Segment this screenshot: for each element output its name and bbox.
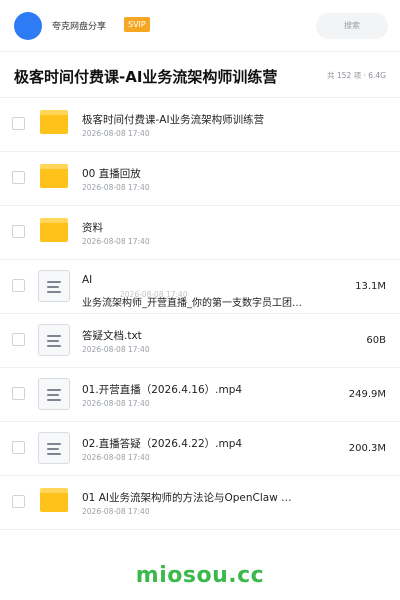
item-size: 200.3M — [348, 443, 386, 454]
list-item[interactable]: 01 AI业务流架构师的方法论与OpenClaw … 2026-08-08 17… — [0, 476, 400, 530]
item-name: 02.直播答疑（2026.4.22）.mp4 — [82, 438, 243, 450]
search-input[interactable]: 搜索 — [316, 13, 388, 39]
item-date: 2026-08-08 17:40 — [82, 399, 150, 408]
document-icon — [38, 270, 70, 302]
item-checkbox[interactable] — [12, 117, 25, 130]
item-date: 2026-08-08 17:40 — [82, 453, 150, 462]
list-item[interactable]: AI 2026-08-08 17:40 业务流架构师_开营直播_你的第一支数字员… — [0, 260, 400, 314]
item-date: 2026-08-08 17:40 — [82, 345, 150, 354]
item-name: 01 AI业务流架构师的方法论与OpenClaw … — [82, 492, 292, 504]
list-item[interactable]: 02.直播答疑（2026.4.22）.mp4 2026-08-08 17:40 … — [0, 422, 400, 476]
folder-summary: 共 152 项 · 6.4G — [327, 71, 386, 80]
item-name: 00 直播回放 — [82, 168, 141, 180]
item-checkbox[interactable] — [12, 495, 25, 508]
list-item[interactable]: 极客时间付费课-AI业务流架构师训练营 2026-08-08 17:40 — [0, 98, 400, 152]
list-item[interactable]: 01.开营直播（2026.4.16）.mp4 2026-08-08 17:40 … — [0, 368, 400, 422]
item-date: 2026-08-08 17:40 — [82, 507, 150, 516]
item-date: 2026-08-08 17:40 — [82, 183, 150, 192]
item-checkbox[interactable] — [12, 171, 25, 184]
list-item[interactable]: 00 直播回放 2026-08-08 17:40 — [0, 152, 400, 206]
svip-badge: SVIP — [124, 17, 150, 32]
folder-title-row: 极客时间付费课-AI业务流架构师训练营 共 152 项 · 6.4G — [0, 52, 400, 98]
item-checkbox[interactable] — [12, 333, 25, 346]
watermark: miosou.cc — [135, 563, 265, 588]
avatar[interactable] — [14, 12, 42, 40]
document-icon — [38, 378, 70, 410]
page-title: 极客时间付费课-AI业务流架构师训练营 — [14, 68, 278, 86]
list-item[interactable]: 资料 2026-08-08 17:40 — [0, 206, 400, 260]
item-size: 249.9M — [348, 389, 386, 400]
item-name: AI — [82, 274, 93, 286]
app-header: 夸克网盘分享 SVIP 搜索 — [0, 0, 400, 52]
item-size: 13.1M — [355, 281, 386, 292]
document-icon — [38, 432, 70, 464]
item-date: 2026-08-08 17:40 — [82, 129, 150, 138]
folder-icon — [40, 218, 68, 242]
item-name: 资料 — [82, 222, 103, 234]
item-name-line2: 业务流架构师_开营直播_你的第一支数字员工团… — [82, 298, 302, 309]
list-item[interactable]: 答疑文档.txt 2026-08-08 17:40 60B — [0, 314, 400, 368]
item-checkbox[interactable] — [12, 225, 25, 238]
item-name: 极客时间付费课-AI业务流架构师训练营 — [82, 114, 265, 126]
file-list: 极客时间付费课-AI业务流架构师训练营 2026-08-08 17:40 00 … — [0, 98, 400, 530]
item-name: 答疑文档.txt — [82, 330, 142, 342]
document-icon — [38, 324, 70, 356]
item-checkbox[interactable] — [12, 279, 25, 292]
item-size: 60B — [366, 335, 386, 346]
item-checkbox[interactable] — [12, 387, 25, 400]
folder-icon — [40, 110, 68, 134]
item-checkbox[interactable] — [12, 441, 25, 454]
username: 夸克网盘分享 — [52, 22, 107, 32]
folder-icon — [40, 164, 68, 188]
item-name: 01.开营直播（2026.4.16）.mp4 — [82, 384, 243, 396]
item-date: 2026-08-08 17:40 — [82, 237, 150, 246]
folder-icon — [40, 488, 68, 512]
